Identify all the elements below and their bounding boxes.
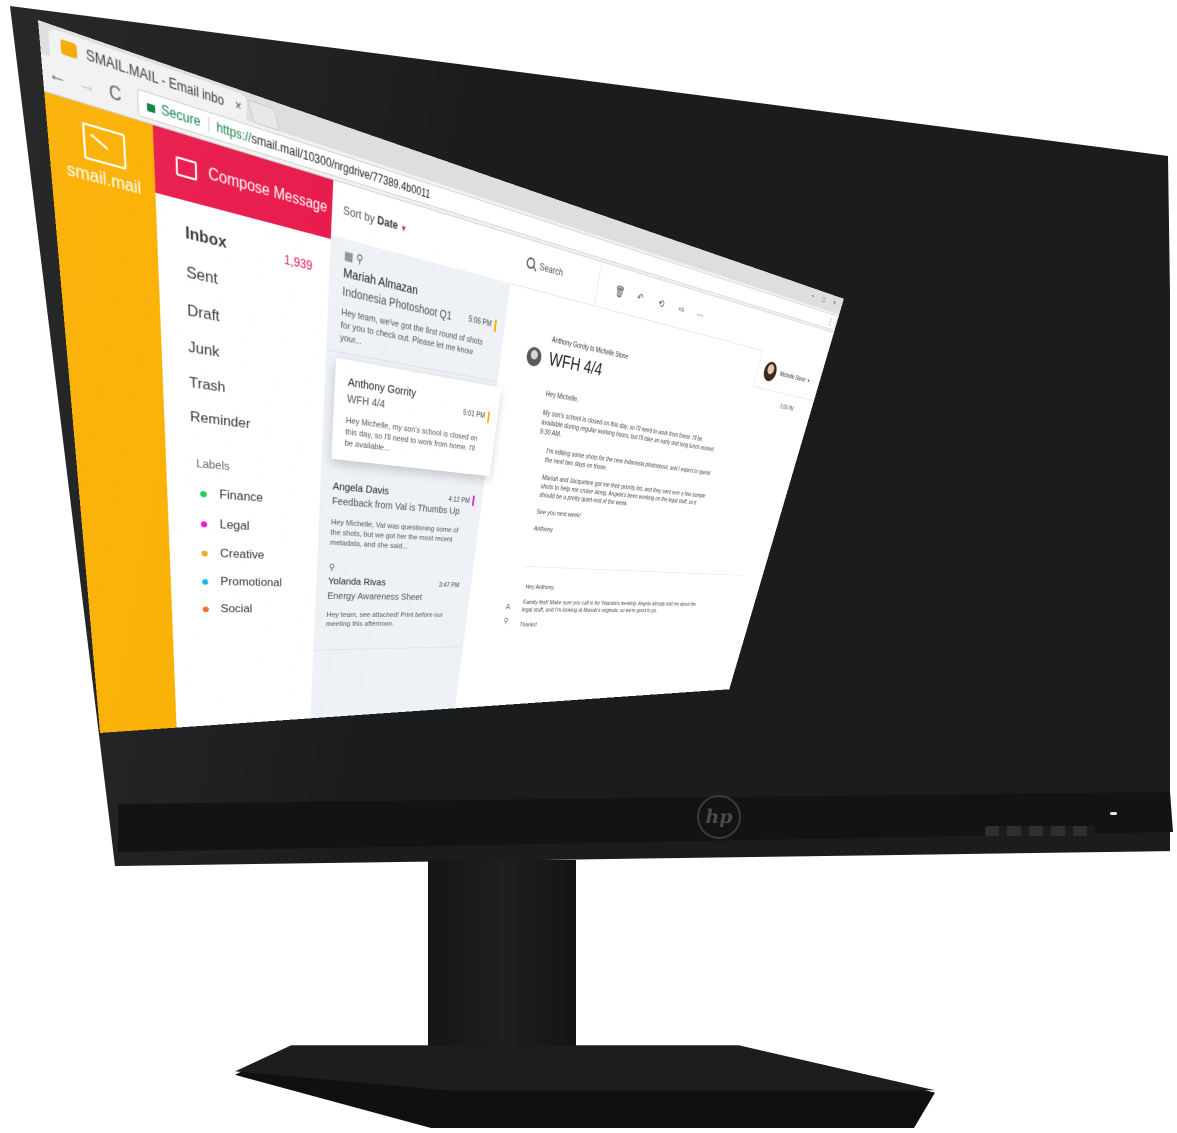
compose-label: Compose Message xyxy=(208,165,327,217)
attach-icon[interactable]: ⚲ xyxy=(503,614,510,628)
folder-sidebar: Compose Message Inbox 1,939 Sent Draft J… xyxy=(153,125,334,728)
message-subject: Energy Awareness Sheet xyxy=(327,590,422,601)
search-placeholder: Search xyxy=(539,260,564,278)
folder-reminder[interactable]: Reminder xyxy=(190,408,251,432)
mail-time: 5:06 PM xyxy=(779,404,794,413)
delete-icon[interactable]: 🗑 xyxy=(614,284,626,300)
sort-dropdown[interactable]: Sort by Date ▼ xyxy=(343,203,408,235)
reply-divider xyxy=(523,566,742,576)
message-time: 3:47 PM xyxy=(439,582,460,589)
secure-label: Secure xyxy=(161,102,201,130)
message-flag xyxy=(472,496,475,506)
inbox-count: 1,939 xyxy=(284,251,313,273)
message-snippet: Hey Michelle, my son's school is closed … xyxy=(344,415,481,465)
reply-all-icon[interactable]: ⟲ xyxy=(657,296,665,310)
reply-editor[interactable]: Hey Anthony, Family first! Make sure you… xyxy=(518,583,708,636)
label-dot xyxy=(202,579,208,585)
back-icon[interactable]: ← xyxy=(42,61,74,93)
monitor-buttons[interactable] xyxy=(985,826,1095,836)
message-subject: WFH 4/4 xyxy=(347,392,386,410)
tab-close-icon[interactable]: × xyxy=(230,95,247,116)
calendar-link-icons: ▦ ⚲ xyxy=(344,248,364,267)
label-dot xyxy=(203,607,209,612)
forward-icon[interactable]: → xyxy=(72,71,102,102)
message-time: 4:12 PM xyxy=(448,496,470,505)
message-flag xyxy=(487,412,490,423)
lock-icon xyxy=(147,102,156,113)
favicon-icon xyxy=(60,38,77,58)
caret-down-icon: ▼ xyxy=(806,378,811,384)
browser-menu-icon[interactable]: ⋮ xyxy=(827,316,835,328)
reply-icon[interactable]: ↶ xyxy=(636,290,645,305)
monitor-stand-neck xyxy=(428,860,576,1075)
sender-avatar xyxy=(525,346,542,368)
user-name: Michelle Stone xyxy=(779,370,807,383)
message-sender: Angela Davis xyxy=(332,481,389,497)
message-sender: Yolanda Rivas xyxy=(328,576,386,588)
more-icon[interactable]: ⋯ xyxy=(695,308,704,322)
label-creative[interactable]: Creative xyxy=(201,547,264,562)
message-snippet: Hey team, see attached! Print before our… xyxy=(326,611,455,629)
label-dot xyxy=(200,491,207,498)
compose-icon xyxy=(176,156,198,181)
folder-inbox[interactable]: Inbox xyxy=(185,223,227,253)
divider xyxy=(208,117,209,133)
message-time: 5:01 PM xyxy=(463,409,486,420)
message-subject: Feedback from Val is Thumbs Up xyxy=(332,495,460,516)
forward-icon[interactable]: ⇨ xyxy=(677,302,685,316)
power-led xyxy=(1110,812,1117,815)
label-dot xyxy=(201,551,207,557)
message-flag xyxy=(494,320,497,333)
label-social[interactable]: Social xyxy=(203,603,253,615)
message-time: 5:06 PM xyxy=(468,315,492,329)
message-item[interactable]: Angela Davis Feedback from Val is Thumbs… xyxy=(317,458,485,563)
caret-down-icon: ▼ xyxy=(400,223,407,234)
avatar xyxy=(762,360,779,382)
reply-greeting: Hey Anthony, xyxy=(525,583,708,595)
message-item[interactable]: ⚲ Yolanda Rivas Energy Awareness Sheet 3… xyxy=(313,555,474,651)
reply-closing: Thanks! xyxy=(519,621,700,629)
mail-body: Hey Michelle, My son's school is closed … xyxy=(523,389,724,551)
reply-body: Family first! Make sure you call in for … xyxy=(521,599,704,615)
folder-sent[interactable]: Sent xyxy=(186,263,218,289)
labels-heading: Labels xyxy=(196,457,229,473)
message-snippet: Hey Michelle, Val was questioning some o… xyxy=(330,518,466,555)
reload-icon[interactable]: C xyxy=(101,80,130,110)
link-icon: ⚲ xyxy=(329,562,336,573)
label-finance[interactable]: Finance xyxy=(200,487,263,506)
search-icon xyxy=(526,256,536,270)
hp-logo: hp xyxy=(697,795,741,839)
text-format-icon[interactable]: A xyxy=(505,599,512,613)
folder-trash[interactable]: Trash xyxy=(189,374,226,397)
mail-signature: Anthony xyxy=(533,525,695,544)
label-dot xyxy=(201,521,207,527)
label-legal[interactable]: Legal xyxy=(201,517,250,533)
logo-icon xyxy=(82,122,127,170)
folder-junk[interactable]: Junk xyxy=(188,338,219,361)
folder-draft[interactable]: Draft xyxy=(187,301,220,326)
label-promotional[interactable]: Promotional xyxy=(202,576,282,590)
reply-tools: A ⚲ xyxy=(503,599,512,627)
